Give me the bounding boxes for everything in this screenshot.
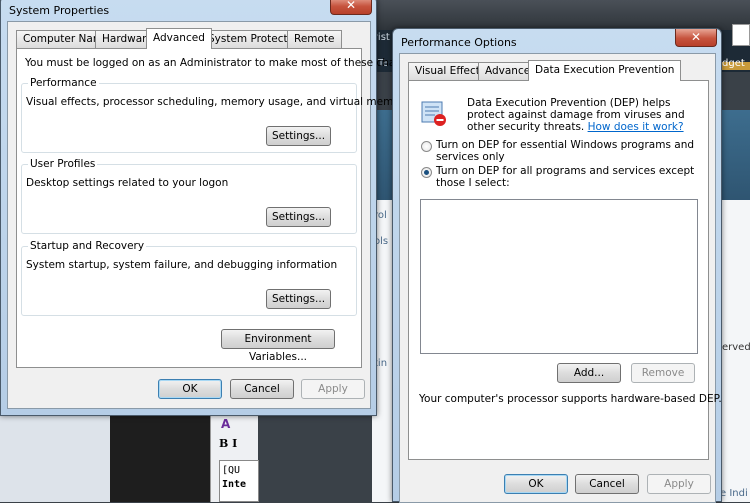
cancel-button[interactable]: Cancel	[575, 474, 639, 494]
performance-description: Visual effects, processor scheduling, me…	[26, 96, 411, 108]
radio-all-programs[interactable]	[421, 167, 432, 178]
option-all-label[interactable]: Turn on DEP for all programs and service…	[436, 165, 704, 189]
window-title: Performance Options	[401, 36, 517, 49]
startup-recovery-description: System startup, system failure, and debu…	[26, 259, 338, 271]
tab-remote[interactable]: Remote	[287, 30, 342, 48]
window-title: System Properties	[9, 4, 110, 17]
bg-text-indi[interactable]: e Indi	[720, 488, 748, 499]
close-icon[interactable]: ✕	[675, 29, 717, 47]
tab-data-execution-prevention[interactable]: Data Execution Prevention	[528, 60, 682, 81]
performance-settings-button[interactable]: Settings...	[266, 126, 331, 146]
startup-recovery-label: Startup and Recovery	[28, 240, 147, 252]
dep-panel: Data Execution Prevention (DEP) helps pr…	[408, 80, 722, 460]
environment-variables-button[interactable]: Environment Variables...	[221, 329, 335, 363]
ok-button[interactable]: OK	[158, 379, 222, 399]
editor-format-toolbar[interactable]: B I	[219, 437, 237, 450]
post-editor: A B I [QU Inte	[210, 415, 259, 502]
system-properties-window: System Properties ✕ Computer Name Hardwa…	[0, 0, 424, 416]
cancel-button[interactable]: Cancel	[230, 379, 294, 399]
user-profiles-label: User Profiles	[28, 158, 98, 170]
performance-label: Performance	[28, 77, 99, 89]
system-properties-titlebar[interactable]: System Properties ✕	[1, 0, 376, 21]
browser-icon	[732, 24, 750, 46]
editor-textarea[interactable]: [QU Inte	[219, 460, 259, 502]
ok-button[interactable]: OK	[504, 474, 568, 494]
performance-options-window: Performance Options ✕ Visual Effects Adv…	[392, 28, 722, 503]
dep-description: Data Execution Prevention (DEP) helps pr…	[467, 97, 685, 133]
system-properties-body: Computer Name Hardware Advanced System P…	[7, 21, 424, 409]
apply-button[interactable]: Apply	[301, 379, 365, 399]
bg-text-erved: erved	[722, 342, 750, 353]
user-profiles-group: User Profiles Desktop settings related t…	[21, 158, 357, 234]
user-profiles-settings-button[interactable]: Settings...	[266, 207, 331, 227]
radio-essential[interactable]	[421, 141, 432, 152]
how-does-it-work-link[interactable]: How does it work?	[588, 121, 684, 133]
option-essential-label[interactable]: Turn on DEP for essential Windows progra…	[436, 139, 704, 163]
background-dark-panel	[110, 415, 210, 502]
apply-button[interactable]: Apply	[647, 474, 711, 494]
editor-line-1: [QU	[222, 465, 241, 476]
advanced-panel: You must be logged on as an Administrato…	[16, 48, 424, 368]
dep-exceptions-list[interactable]	[420, 199, 698, 354]
editor-line-2: Inte	[222, 479, 247, 490]
startup-recovery-settings-button[interactable]: Settings...	[266, 289, 331, 309]
bg-text-dget: dget	[722, 58, 745, 69]
background-panel	[0, 415, 110, 502]
editor-font-icon[interactable]: A	[221, 417, 230, 431]
remove-button[interactable]: Remove	[631, 363, 695, 383]
add-button[interactable]: Add...	[557, 363, 621, 383]
tab-advanced[interactable]: Advanced	[146, 28, 212, 49]
admin-note: You must be logged on as an Administrato…	[25, 57, 424, 69]
performance-options-body: Visual Effects Advanced Data Execution P…	[399, 53, 722, 503]
processor-note: Your computer's processor supports hardw…	[419, 393, 722, 405]
dep-shield-icon	[421, 101, 446, 126]
close-icon[interactable]: ✕	[330, 0, 372, 15]
startup-recovery-group: Startup and Recovery System startup, sys…	[21, 240, 357, 316]
performance-options-titlebar[interactable]: Performance Options ✕	[393, 29, 721, 53]
performance-group: Performance Visual effects, processor sc…	[21, 77, 410, 153]
user-profiles-description: Desktop settings related to your logon	[26, 177, 229, 189]
